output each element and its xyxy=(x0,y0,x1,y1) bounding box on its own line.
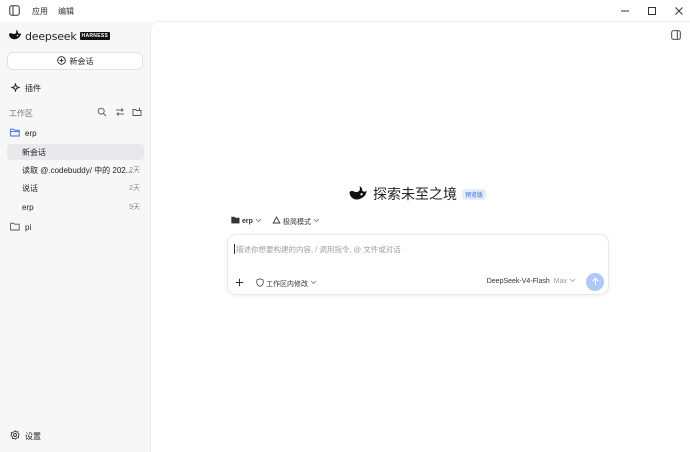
project-erp[interactable]: erp xyxy=(7,125,144,141)
chat-item[interactable]: erp 9天 xyxy=(7,199,144,215)
new-chat-icon xyxy=(56,55,66,67)
hero-title: 探索未至之境 xyxy=(373,187,457,203)
workspace-modify-selector[interactable]: 工作区内修改 xyxy=(256,278,317,289)
shield-icon xyxy=(256,278,264,289)
gear-icon xyxy=(10,430,20,442)
chat-item[interactable]: 说话 2天 xyxy=(7,180,144,196)
model-selector[interactable]: DeepSeek-V4-Flash Max xyxy=(487,278,576,285)
text-cursor xyxy=(234,244,235,254)
sidebar-item-plugins[interactable]: 插件 xyxy=(7,80,144,96)
plugin-icon xyxy=(10,81,21,94)
search-icon[interactable] xyxy=(97,107,107,119)
preview-badge: 预览版 xyxy=(462,188,487,200)
deepseek-whale-icon xyxy=(348,185,368,204)
settings-button[interactable]: 设置 xyxy=(7,428,144,444)
workspace-label: 工作区 xyxy=(9,109,33,118)
chat-title: 新会话 xyxy=(22,147,46,157)
right-panel-toggle-icon[interactable] xyxy=(671,30,681,42)
mode-selector[interactable]: 极简模式 xyxy=(272,216,320,227)
title-bar: 应用 编辑 xyxy=(0,0,690,22)
model-name: DeepSeek-V4-Flash xyxy=(486,278,550,285)
recycle-icon xyxy=(272,216,281,227)
folder-open-icon xyxy=(10,128,20,139)
settings-label: 设置 xyxy=(25,431,41,441)
chat-age: 2天 xyxy=(129,167,140,174)
project-chip-label: erp xyxy=(242,217,253,225)
brand-tag: HARNESS xyxy=(79,32,111,40)
prompt-input[interactable]: 描述你想要构建的内容, / 调用指令, @ 文件或对话 xyxy=(234,242,602,256)
plugins-label: 插件 xyxy=(25,83,41,93)
project-name: pi xyxy=(25,222,32,232)
deepseek-whale-icon xyxy=(8,29,22,43)
prompt-placeholder: 描述你想要构建的内容, / 调用指令, @ 文件或对话 xyxy=(236,244,401,254)
folder-icon xyxy=(231,216,240,226)
chevron-down-icon xyxy=(569,278,576,285)
minimize-icon[interactable] xyxy=(619,5,631,17)
chat-title: erp xyxy=(22,202,34,212)
brand-name: deepseek xyxy=(25,29,77,43)
chat-age: 9天 xyxy=(129,204,140,211)
send-button[interactable] xyxy=(586,273,604,291)
hero: 探索未至之境 预览版 xyxy=(348,184,487,204)
chat-title: 说话 xyxy=(22,183,38,193)
maximize-icon[interactable] xyxy=(646,5,658,17)
sidebar-toggle-icon[interactable] xyxy=(9,5,20,16)
chat-item[interactable]: 新会话 xyxy=(7,144,144,160)
folder-icon xyxy=(10,222,20,233)
chat-item[interactable]: 读取 @.codebuddy/ 中的 202... 2天 xyxy=(7,162,144,178)
chevron-down-icon xyxy=(313,218,320,225)
model-level: Max xyxy=(553,278,567,285)
close-icon[interactable] xyxy=(673,5,685,17)
chat-age: 2天 xyxy=(129,185,140,192)
new-chat-button[interactable]: 新会话 xyxy=(7,52,143,70)
chat-title: 读取 @.codebuddy/ 中的 202... xyxy=(22,165,133,175)
composer: 描述你想要构建的内容, / 调用指令, @ 文件或对话 工作区内修改 DeepS… xyxy=(227,234,609,295)
chevron-down-icon xyxy=(310,280,317,287)
brand: deepseek HARNESS xyxy=(8,29,111,43)
mode-chip-label: 极简模式 xyxy=(283,218,311,226)
chevron-down-icon xyxy=(255,218,262,225)
project-name: erp xyxy=(25,128,37,138)
workspace-modify-label: 工作区内修改 xyxy=(266,280,308,288)
new-chat-label: 新会话 xyxy=(69,56,94,66)
menu-app[interactable]: 应用 xyxy=(32,6,48,17)
arrow-up-icon xyxy=(591,277,600,288)
new-folder-icon[interactable] xyxy=(132,107,142,119)
sort-icon[interactable] xyxy=(115,107,125,119)
project-pi[interactable]: pi xyxy=(7,219,144,235)
menu-edit[interactable]: 编辑 xyxy=(58,6,74,17)
add-attachment-button[interactable] xyxy=(233,276,246,289)
project-selector[interactable]: erp xyxy=(231,216,262,226)
